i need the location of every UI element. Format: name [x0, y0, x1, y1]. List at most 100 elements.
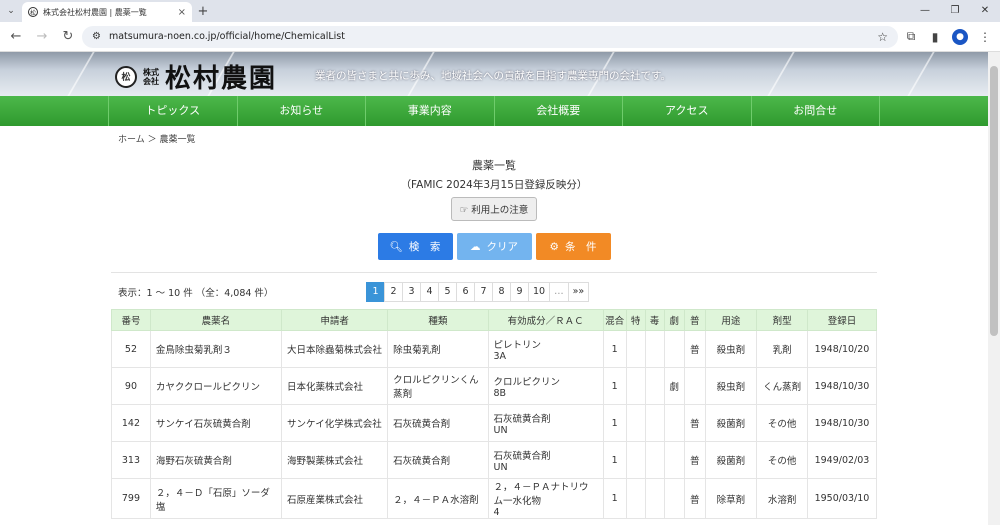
forward-icon[interactable]: →	[30, 29, 54, 44]
page-4[interactable]: 4	[420, 282, 439, 302]
page-10[interactable]: 10	[528, 282, 551, 302]
col-header-kind[interactable]: 種類	[387, 309, 489, 331]
page-9[interactable]: 9	[510, 282, 529, 302]
page-8[interactable]: 8	[492, 282, 511, 302]
breadcrumb[interactable]: ホーム ＞ 農薬一覧	[111, 126, 877, 145]
table-row[interactable]: 52 金鳥除虫菊乳剤３ 大日本除蟲菊株式会社 除虫菊乳剤 ピレトリン 3A 1 普…	[111, 330, 878, 368]
new-tab-icon[interactable]: +	[192, 4, 214, 19]
col-header-name[interactable]: 農薬名	[149, 309, 282, 331]
cell-mix: 1	[602, 441, 627, 479]
page-7[interactable]: 7	[474, 282, 493, 302]
col-header-no[interactable]: 番号	[111, 309, 151, 331]
rac-text: 8B	[493, 387, 507, 399]
cell-fu: 普	[684, 441, 706, 479]
table-row[interactable]: 799 ２，４－Ｄ「石原」ソーダ塩 石原産業株式会社 ２，４－ＰＡ水溶剤 ２，４…	[111, 478, 878, 519]
browser-menu-icon[interactable]: ⋮	[974, 30, 996, 44]
url-text[interactable]: matsumura-noen.co.jp/official/home/Chemi…	[109, 31, 869, 42]
address-bar[interactable]: ⚙ matsumura-noen.co.jp/official/home/Che…	[82, 25, 898, 48]
col-header-date[interactable]: 登録日	[806, 309, 878, 331]
cell-applicant: 石原産業株式会社	[280, 478, 389, 519]
rac-text: UN	[493, 461, 508, 473]
cell-use: 殺菌剤	[704, 404, 758, 442]
nav-topics[interactable]: トピックス	[108, 96, 237, 126]
clear-button[interactable]: ☁ クリア	[456, 233, 532, 260]
nav-news[interactable]: お知らせ	[236, 96, 366, 126]
condition-button[interactable]: ⚙ 条 件	[535, 233, 611, 260]
page-scrollbar[interactable]	[988, 52, 1000, 525]
browser-tab-bar: ⌄ 松 株式会社松村農園 | 農薬一覧 × + — ❐ ✕	[0, 0, 1000, 22]
page-3[interactable]: 3	[402, 282, 421, 302]
close-window-icon[interactable]: ✕	[970, 0, 1000, 22]
cell-name[interactable]: カヤククロールピクリン	[149, 367, 282, 405]
page-2[interactable]: 2	[384, 282, 403, 302]
cell-kind: 石灰硫黄合剤	[387, 441, 489, 479]
cell-name[interactable]: 金鳥除虫菊乳剤３	[149, 330, 282, 368]
page-subtitle: （FAMIC 2024年3月15日登録反映分）	[400, 179, 588, 191]
scrollbar-thumb[interactable]	[990, 66, 998, 336]
browser-toolbar: ← → ↻ ⚙ matsumura-noen.co.jp/official/ho…	[0, 22, 1000, 52]
cell-use: 殺虫剤	[704, 330, 758, 368]
site-info-icon[interactable]: ⚙	[92, 31, 101, 42]
main-content: ホーム ＞ 農薬一覧 農薬一覧 （FAMIC 2024年3月15日登録反映分） …	[111, 126, 878, 519]
bookmark-star-icon[interactable]: ☆	[877, 30, 888, 44]
col-header-form[interactable]: 剤型	[756, 309, 808, 331]
profile-avatar-icon[interactable]: ●	[952, 28, 968, 45]
table-row[interactable]: 142 サンケイ石灰硫黄合剤 サンケイ化学株式会社 石灰硫黄合剤 石灰硫黄合剤 U…	[111, 404, 878, 442]
table-row[interactable]: 90 カヤククロールピクリン 日本化薬株式会社 クロルピクリンくん蒸剤 クロルピ…	[111, 367, 878, 405]
col-header-toku[interactable]: 特	[625, 309, 646, 331]
side-panel-icon[interactable]: ▮	[924, 30, 946, 44]
reload-icon[interactable]: ↻	[56, 29, 80, 44]
maximize-icon[interactable]: ❐	[940, 0, 970, 22]
cell-no: 799	[111, 478, 151, 519]
company-logo[interactable]: 松 株式会社 松村農園	[115, 58, 277, 95]
cell-name[interactable]: サンケイ石灰硫黄合剤	[149, 404, 282, 442]
cell-use: 除草剤	[704, 478, 758, 519]
cell-geki	[663, 441, 686, 479]
col-header-mix[interactable]: 混合	[602, 309, 627, 331]
nav-business[interactable]: 事業内容	[365, 96, 494, 126]
ingredient-text: ２，４－ＰＡナトリウム一水化物	[493, 482, 589, 507]
col-header-use[interactable]: 用途	[704, 309, 758, 331]
global-nav: トピックス お知らせ 事業内容 会社概要 アクセス お問合せ	[0, 96, 988, 126]
cell-kind: 除虫菊乳剤	[387, 330, 489, 368]
cell-toku	[625, 441, 646, 479]
search-button[interactable]: 🔍︎ 検 索	[377, 233, 453, 260]
col-header-ingredient[interactable]: 有効成分／ＲＡＣ	[487, 309, 604, 331]
site-favicon-icon: 松	[28, 7, 38, 17]
gear-icon: ⚙	[549, 240, 559, 253]
page-5[interactable]: 5	[438, 282, 457, 302]
page-last[interactable]: »»	[567, 282, 590, 302]
page-6[interactable]: 6	[456, 282, 475, 302]
cell-mix: 1	[602, 367, 627, 405]
cell-mix: 1	[602, 404, 627, 442]
cell-fu: 普	[684, 404, 706, 442]
browser-tab-active[interactable]: 松 株式会社松村農園 | 農薬一覧 ×	[22, 2, 192, 22]
tab-title: 株式会社松村農園 | 農薬一覧	[43, 7, 147, 17]
cell-fu	[684, 367, 706, 405]
col-header-doku[interactable]: 毒	[644, 309, 665, 331]
cell-name[interactable]: ２，４－Ｄ「石原」ソーダ塩	[149, 478, 282, 519]
extensions-icon[interactable]: ⧉	[900, 29, 922, 44]
cell-geki: 劇	[663, 367, 686, 405]
cell-geki	[663, 404, 686, 442]
col-header-geki[interactable]: 劇	[663, 309, 686, 331]
clear-button-label: クリア	[486, 241, 519, 253]
nav-contact[interactable]: お問合せ	[750, 96, 880, 126]
minimize-icon[interactable]: —	[910, 0, 940, 22]
nav-company[interactable]: 会社概要	[493, 96, 623, 126]
table-row[interactable]: 313 海野石灰硫黄合剤 海野製薬株式会社 石灰硫黄合剤 石灰硫黄合剤 UN 1 …	[111, 441, 878, 479]
back-icon[interactable]: ←	[4, 29, 28, 44]
cell-name[interactable]: 海野石灰硫黄合剤	[149, 441, 282, 479]
col-header-applicant[interactable]: 申請者	[280, 309, 389, 331]
page-1[interactable]: 1	[366, 282, 385, 302]
col-header-fu[interactable]: 普	[684, 309, 706, 331]
cell-ingredient: 石灰硫黄合剤 UN	[487, 404, 604, 442]
cell-date: 1949/02/03	[806, 441, 878, 479]
cell-ingredient: クロルピクリン 8B	[487, 367, 604, 405]
usage-notice-button[interactable]: ☞ 利用上の注意	[450, 197, 538, 221]
tab-search-chevron-icon[interactable]: ⌄	[0, 6, 22, 16]
logo-mark-icon: 松	[115, 65, 137, 88]
nav-access[interactable]: アクセス	[622, 96, 751, 126]
cell-fu: 普	[684, 478, 706, 519]
close-tab-icon[interactable]: ×	[178, 7, 186, 18]
